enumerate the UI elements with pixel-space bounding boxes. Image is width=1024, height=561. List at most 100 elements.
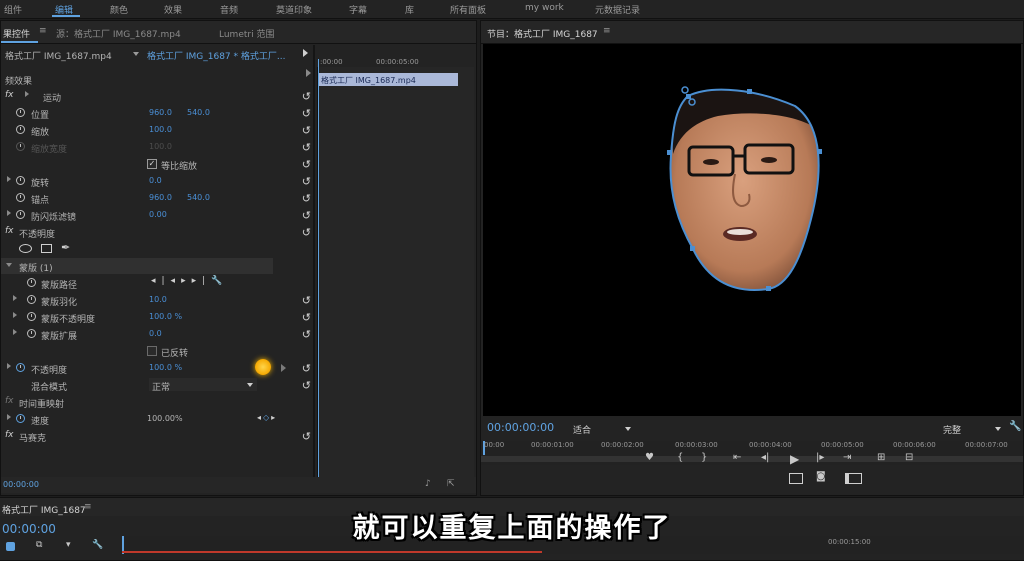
anti-flicker-value[interactable]: 0.00 <box>149 210 167 219</box>
timeline-clip[interactable]: 格式工厂 IMG_1687.mp4 <box>318 73 458 86</box>
step-forward-icon[interactable]: |▸ <box>816 452 824 463</box>
rectangle-mask-icon[interactable] <box>41 244 52 253</box>
expand-toggle-icon[interactable] <box>7 176 11 182</box>
stopwatch-icon[interactable] <box>16 125 25 134</box>
reset-icon[interactable]: ↺ <box>302 141 311 154</box>
program-ruler[interactable]: 00:00 00:00:01:00 00:00:02:00 00:00:03:0… <box>481 441 1023 465</box>
chevron-down-icon[interactable] <box>995 427 1001 431</box>
effect-mosaic[interactable]: fx 马赛克 ↺ <box>1 428 311 444</box>
reset-icon[interactable]: ↺ <box>302 158 311 171</box>
mask-opacity-value[interactable]: 100.0 % <box>149 312 182 321</box>
expand-toggle-icon[interactable] <box>13 312 17 318</box>
blend-mode-dropdown[interactable]: 正常 <box>149 378 257 393</box>
workspace-my-work[interactable]: my work <box>525 3 564 13</box>
workspace-all-panels[interactable]: 所有面板 <box>450 3 486 16</box>
keyframe-navigator[interactable]: ◂◇▸ <box>257 413 277 422</box>
safe-margins-icon[interactable] <box>789 473 803 484</box>
show-timeline-icon[interactable] <box>303 49 308 57</box>
uniform-scale-checkbox[interactable]: ✓ <box>147 159 157 169</box>
settings-icon[interactable]: 🔧 <box>1009 421 1021 432</box>
workspace-color[interactable]: 颜色 <box>110 3 128 16</box>
mask-feather-value[interactable]: 10.0 <box>149 295 167 304</box>
stopwatch-icon[interactable] <box>27 312 36 321</box>
workspace-libraries[interactable]: 库 <box>405 3 414 16</box>
reset-icon[interactable]: ↺ <box>302 192 311 205</box>
effect-timecode[interactable]: 00:00:00 <box>3 480 39 489</box>
go-to-in-icon[interactable]: ⇤ <box>733 452 741 463</box>
workspace-custom[interactable]: 莫道印象 <box>276 3 312 16</box>
scale-value[interactable]: 100.0 <box>149 125 172 134</box>
workspace-effects[interactable]: 效果 <box>164 3 182 16</box>
stopwatch-icon[interactable] <box>16 363 25 372</box>
next-keyframe-icon[interactable] <box>281 364 286 372</box>
tab-lumetri-scopes[interactable]: Lumetri 范围 <box>219 27 274 40</box>
mask-expansion-value[interactable]: 0.0 <box>149 329 162 338</box>
stopwatch-icon[interactable] <box>16 414 25 423</box>
export-icon[interactable]: ⇱ <box>447 479 455 489</box>
mark-in-icon[interactable]: { <box>677 452 683 463</box>
fx-icon[interactable]: fx <box>5 90 14 100</box>
reset-icon[interactable]: ↺ <box>302 175 311 188</box>
stopwatch-icon[interactable] <box>16 176 25 185</box>
reset-icon[interactable]: ↺ <box>302 90 311 103</box>
compare-view-icon[interactable] <box>845 473 862 484</box>
effect-opacity[interactable]: fx 不透明度 ↺ <box>1 224 311 240</box>
scroll-arrow-icon[interactable] <box>306 69 311 77</box>
effect-motion[interactable]: fx 运动 ↺ <box>1 88 311 104</box>
stopwatch-icon[interactable] <box>27 295 36 304</box>
reset-icon[interactable]: ↺ <box>302 379 311 392</box>
stopwatch-icon[interactable] <box>16 210 25 219</box>
stopwatch-icon[interactable] <box>16 108 25 117</box>
stopwatch-icon[interactable] <box>16 193 25 202</box>
playhead[interactable] <box>318 59 319 479</box>
expand-toggle-icon[interactable] <box>13 329 17 335</box>
mark-out-icon[interactable]: } <box>701 452 707 463</box>
opacity-value[interactable]: 100.0 % <box>149 363 182 372</box>
program-timecode[interactable]: 00:00:00:00 <box>487 421 554 434</box>
video-viewport[interactable] <box>483 44 1021 416</box>
expand-toggle-icon[interactable] <box>7 363 11 369</box>
pen-mask-icon[interactable]: ✒ <box>61 241 70 254</box>
speed-value[interactable]: 100.00% <box>147 414 183 423</box>
inverted-checkbox[interactable] <box>147 346 157 356</box>
tab-effect-controls[interactable]: 果控件 <box>3 27 30 40</box>
mask-handle-icon[interactable] <box>681 86 689 94</box>
expand-toggle-icon[interactable] <box>13 295 17 301</box>
reset-icon[interactable]: ↺ <box>302 209 311 222</box>
program-title[interactable]: 节目：格式工厂 IMG_1687 <box>487 27 598 40</box>
zoom-scrollbar[interactable] <box>481 456 1023 462</box>
anchor-x-value[interactable]: 960.0 <box>149 193 172 202</box>
fx-icon[interactable]: fx <box>5 226 14 236</box>
stopwatch-icon[interactable] <box>27 278 36 287</box>
step-back-icon[interactable]: ◂| <box>761 452 769 463</box>
mask-header-row[interactable]: 蒙版 (1) <box>1 258 273 274</box>
go-to-out-icon[interactable]: ⇥ <box>843 452 851 463</box>
workspace-assembly[interactable]: 组件 <box>4 3 22 16</box>
expand-toggle-icon[interactable] <box>7 210 11 216</box>
tab-source[interactable]: 源：格式工厂 IMG_1687.mp4 <box>56 27 181 40</box>
reset-icon[interactable]: ↺ <box>302 430 311 443</box>
lift-icon[interactable]: ⊞ <box>877 452 885 463</box>
audio-icon[interactable]: ♪ <box>425 479 431 489</box>
ellipse-mask-icon[interactable] <box>19 244 32 253</box>
clip-dropdown-icon[interactable] <box>133 52 139 56</box>
fx-icon[interactable]: fx <box>5 430 14 440</box>
panel-divider[interactable] <box>313 45 315 493</box>
position-x-value[interactable]: 960.0 <box>149 108 172 117</box>
reset-icon[interactable]: ↺ <box>302 124 311 137</box>
play-icon[interactable]: ▶ <box>790 452 799 466</box>
rotation-value[interactable]: 0.0 <box>149 176 162 185</box>
reset-icon[interactable]: ↺ <box>302 294 311 307</box>
workspace-audio[interactable]: 音频 <box>220 3 238 16</box>
sequence-clip-label[interactable]: 格式工厂 IMG_1687 * 格式工厂... <box>147 49 285 62</box>
marker-icon[interactable]: ♥ <box>645 452 654 463</box>
expand-toggle-icon[interactable] <box>7 414 11 420</box>
expand-toggle-icon[interactable] <box>25 91 29 97</box>
reset-icon[interactable]: ↺ <box>302 328 311 341</box>
effect-time-remap[interactable]: fx 时间重映射 <box>1 394 311 410</box>
panel-menu-icon[interactable]: ≡ <box>603 26 611 36</box>
extract-icon[interactable]: ⊟ <box>905 452 913 463</box>
fit-dropdown[interactable]: 适合 <box>573 423 591 436</box>
reset-icon[interactable]: ↺ <box>302 362 311 375</box>
reset-icon[interactable]: ↺ <box>302 226 311 239</box>
